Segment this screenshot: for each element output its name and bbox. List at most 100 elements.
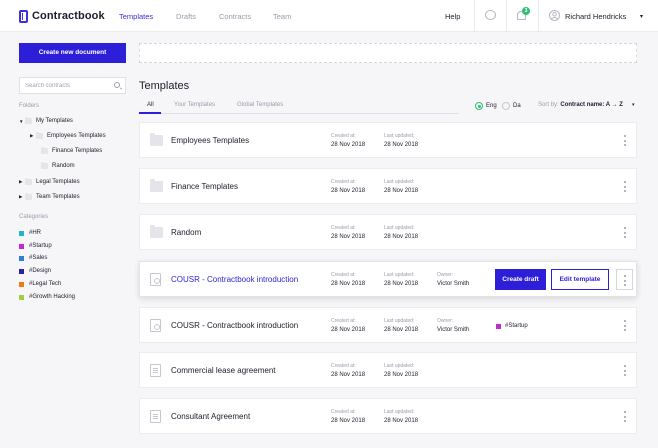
row-title[interactable]: Finance Templates <box>171 182 238 191</box>
folder-random[interactable]: Random <box>41 162 75 169</box>
created-value: 28 Nov 2018 <box>331 418 366 424</box>
more-options-icon[interactable] <box>623 227 626 238</box>
folder-finance-templates[interactable]: Finance Templates <box>41 147 102 154</box>
category-startup[interactable]: #Startup <box>19 243 52 249</box>
template-row[interactable]: Employees Templates Created at: 28 Nov 2… <box>139 122 637 158</box>
tab-global-templates[interactable]: Global Templates <box>237 102 283 108</box>
contractbook-logo-icon <box>19 9 28 23</box>
updated-label: Last updated: <box>384 318 415 324</box>
user-name[interactable]: Richard Hendricks <box>565 12 626 21</box>
search-box <box>19 77 126 94</box>
category-hr[interactable]: #HR <box>19 230 41 236</box>
template-row[interactable]: Random Created at: 28 Nov 2018 Last upda… <box>139 214 637 250</box>
create-draft-button[interactable]: Create draft <box>495 269 546 290</box>
created-label: Created at: <box>331 363 356 369</box>
category-legal-tech[interactable]: #Legal Tech <box>19 281 61 287</box>
logo[interactable]: Contractbook <box>19 9 105 23</box>
radio-icon[interactable] <box>502 102 510 110</box>
updated-label: Last updated: <box>384 409 415 415</box>
more-options-button[interactable] <box>616 269 633 290</box>
template-document-icon <box>150 273 161 286</box>
search-input[interactable] <box>20 78 110 93</box>
document-icon <box>150 410 161 423</box>
divider <box>538 0 539 32</box>
drop-zone[interactable] <box>139 43 637 63</box>
template-row[interactable]: Finance Templates Created at: 28 Nov 201… <box>139 168 637 204</box>
owner-label: Owner: <box>437 318 454 324</box>
more-options-icon[interactable] <box>623 365 626 376</box>
language-eng[interactable]: Eng <box>475 102 497 110</box>
category-color-swatch <box>19 294 24 300</box>
create-new-document-button[interactable]: Create new document <box>19 43 126 63</box>
folder-icon <box>25 178 32 185</box>
folder-icon <box>41 147 48 154</box>
folder-label: My Templates <box>36 118 73 124</box>
category-growth-hacking[interactable]: #Growth Hacking <box>19 294 75 300</box>
more-options-icon[interactable] <box>623 135 626 146</box>
category-sales[interactable]: #Sales <box>19 255 47 261</box>
tab-your-templates[interactable]: Your Templates <box>174 102 215 108</box>
row-title[interactable]: Random <box>171 228 201 237</box>
created-value: 28 Nov 2018 <box>331 372 366 378</box>
more-options-icon[interactable] <box>623 275 626 286</box>
updated-value: 28 Nov 2018 <box>384 142 419 148</box>
radio-selected-icon[interactable] <box>475 102 483 110</box>
page-title: Templates <box>139 80 190 92</box>
category-design[interactable]: #Design <box>19 268 51 274</box>
category-tag[interactable]: #Startup <box>496 323 528 329</box>
created-value: 28 Nov 2018 <box>331 234 366 240</box>
user-avatar-icon[interactable] <box>549 10 560 21</box>
category-color-swatch <box>19 230 24 236</box>
more-options-icon[interactable] <box>623 320 626 331</box>
chevron-down-icon[interactable]: ▾ <box>640 13 643 20</box>
nav-templates[interactable]: Templates <box>119 12 153 21</box>
template-document-icon <box>150 319 161 332</box>
folder-team-templates[interactable]: ▶ Team Templates <box>19 193 80 200</box>
row-title[interactable]: Consultant Agreement <box>171 412 250 421</box>
folder-my-templates[interactable]: ▼ My Templates <box>19 117 73 124</box>
row-title[interactable]: Employees Templates <box>171 136 249 145</box>
updated-label: Last updated: <box>384 363 415 369</box>
sort-value: Contract name: A → Z <box>560 102 623 108</box>
updated-label: Last updated: <box>384 133 415 139</box>
folder-label: Random <box>52 163 75 169</box>
folder-label: Employees Templates <box>47 133 106 139</box>
category-color-swatch <box>19 268 24 274</box>
row-title[interactable]: COUSR - Contractbook introduction <box>171 275 298 284</box>
more-options-icon[interactable] <box>623 411 626 422</box>
tab-all[interactable]: All <box>147 102 154 108</box>
created-value: 28 Nov 2018 <box>331 188 366 194</box>
edit-template-button[interactable]: Edit template <box>551 269 609 290</box>
categories-heading: Categories <box>19 214 49 220</box>
search-icon[interactable] <box>114 82 120 88</box>
help-link[interactable]: Help <box>445 12 460 21</box>
more-options-icon[interactable] <box>623 181 626 192</box>
sort-label: Sort by: <box>538 102 559 108</box>
folder-icon <box>36 132 43 139</box>
nav-team[interactable]: Team <box>273 12 291 21</box>
folder-legal-templates[interactable]: ▶ Legal Templates <box>19 178 80 185</box>
folder-icon <box>150 179 163 192</box>
folder-employees-templates[interactable]: ▶ Employees Templates <box>30 132 106 139</box>
template-row[interactable]: Commercial lease agreement Created at: 2… <box>139 352 637 388</box>
folder-icon <box>150 225 163 238</box>
language-label: Eng <box>486 103 497 109</box>
created-value: 28 Nov 2018 <box>331 327 366 333</box>
row-title[interactable]: Commercial lease agreement <box>171 366 276 375</box>
divider <box>474 0 475 32</box>
owner-value: Victor Smith <box>437 327 470 333</box>
template-row[interactable]: COUSR - Contractbook introduction Create… <box>139 261 637 297</box>
chevron-down-icon[interactable]: ▾ <box>632 102 635 108</box>
row-title[interactable]: COUSR - Contractbook introduction <box>171 321 298 330</box>
chat-icon[interactable] <box>485 10 496 20</box>
language-da[interactable]: Da <box>502 102 521 110</box>
template-row[interactable]: COUSR - Contractbook introduction Create… <box>139 307 637 343</box>
updated-value: 28 Nov 2018 <box>384 418 419 424</box>
updated-value: 28 Nov 2018 <box>384 372 419 378</box>
category-color-swatch <box>496 323 501 329</box>
template-row[interactable]: Consultant Agreement Created at: 28 Nov … <box>139 398 637 434</box>
nav-drafts[interactable]: Drafts <box>176 12 196 21</box>
nav-contracts[interactable]: Contracts <box>219 12 251 21</box>
sort-control[interactable]: Sort by: Contract name: A → Z <box>538 102 623 108</box>
created-value: 28 Nov 2018 <box>331 281 366 287</box>
